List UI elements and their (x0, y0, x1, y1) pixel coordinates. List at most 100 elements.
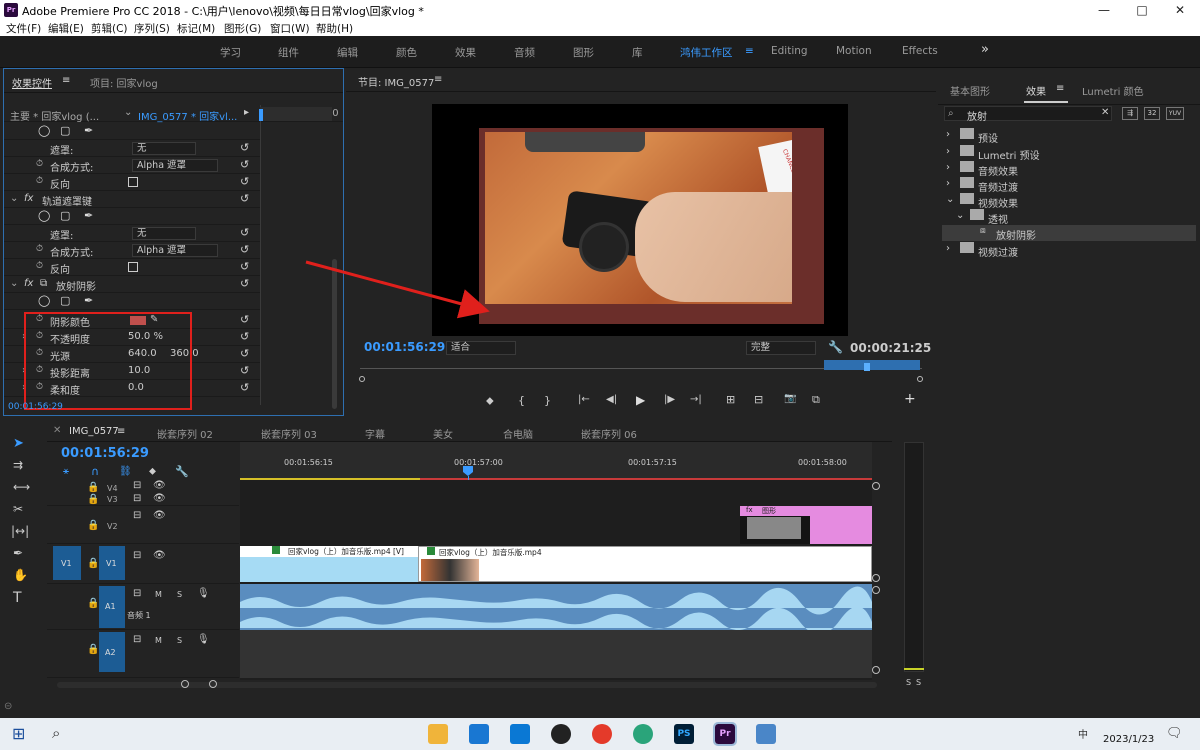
add-marker-icon[interactable]: ⬥ (486, 394, 494, 408)
more-workspaces-icon[interactable]: » (981, 42, 989, 57)
notepad-icon[interactable] (756, 724, 776, 744)
menu-help[interactable]: 帮助(H) (316, 21, 353, 36)
eye-icon[interactable]: 👁 (153, 510, 166, 521)
32bit-effects-icon[interactable]: 32 (1144, 107, 1160, 120)
v-scroll-handle[interactable] (872, 482, 880, 490)
menu-edit[interactable]: 编辑(E) (48, 21, 84, 36)
yuv-effects-icon[interactable]: YUV (1166, 107, 1184, 120)
lock-icon[interactable]: 🔒 (87, 482, 99, 493)
ellipse-mask-icon[interactable]: ◯ (38, 209, 50, 222)
go-to-in-icon[interactable]: |← (578, 394, 590, 405)
notifications-icon[interactable]: 🗨 (1166, 726, 1183, 741)
collapse-chevron-icon[interactable]: ⌄ (10, 278, 18, 289)
reset-icon[interactable]: ↺ (240, 243, 249, 256)
video-clip-b[interactable]: 回家vlog（上）加音乐版.mp4 (418, 546, 872, 582)
graphic-clip-header[interactable]: fx 图形 (740, 506, 810, 516)
mark-out-icon[interactable]: } (544, 394, 551, 407)
workspace-menu-icon[interactable]: ≡ (745, 45, 754, 57)
source-patch-v1[interactable]: V1 (53, 546, 81, 580)
ellipse-mask-icon[interactable]: ◯ (38, 294, 50, 307)
tab-lumetri-color[interactable]: Lumetri 颜色 (1082, 83, 1144, 98)
lock-icon[interactable]: 🔒 (87, 598, 99, 609)
step-back-icon[interactable]: ◀| (606, 394, 617, 405)
lock-icon[interactable]: 🔒 (87, 644, 99, 655)
eye-icon[interactable]: 👁 (153, 480, 166, 491)
rectangle-mask-icon[interactable]: ▢ (60, 294, 70, 307)
solo-button[interactable]: S (177, 590, 182, 599)
composite-dropdown[interactable]: Alpha 遮罩 (132, 159, 218, 172)
lock-icon[interactable]: 🔒 (87, 520, 99, 531)
workspace-assembly[interactable]: 组件 (278, 45, 299, 60)
fit-dropdown[interactable]: 适合 (446, 341, 516, 355)
snap-icon[interactable]: ∩ (91, 465, 99, 478)
add-marker-icon[interactable]: ⬥ (149, 466, 156, 477)
program-zoom-bar[interactable] (824, 360, 920, 370)
quality-dropdown[interactable]: 完整 (746, 341, 816, 355)
stopwatch-icon[interactable]: ⏱ (36, 244, 43, 254)
solo-left-button[interactable]: S (906, 678, 911, 687)
ec-playhead[interactable] (259, 109, 263, 121)
pen-mask-icon[interactable]: ✒ (84, 294, 93, 307)
video-clip-a[interactable]: 回家vlog（上）加音乐版.mp4 [V] (240, 546, 418, 582)
program-timecode[interactable]: 00:01:56:29 (364, 340, 445, 354)
workspace-color[interactable]: 颜色 (396, 45, 417, 60)
tree-item-video-transitions[interactable]: › 视频过渡 (946, 242, 1196, 259)
mask-dropdown[interactable]: 无 (132, 142, 196, 155)
scroll-handle-left[interactable] (359, 376, 365, 382)
menu-marker[interactable]: 标记(M) (177, 21, 215, 36)
hand-tool-icon[interactable]: ✋ (13, 568, 28, 582)
microphone-icon[interactable]: 🎙 (197, 634, 210, 645)
ellipse-mask-icon[interactable]: ◯ (38, 124, 50, 137)
timeline-menu-icon[interactable]: ≡ (117, 426, 125, 437)
menu-graphics[interactable]: 图形(G) (224, 21, 261, 36)
tab-project[interactable]: 项目: 回家vlog (90, 75, 158, 90)
solo-button[interactable]: S (177, 636, 182, 645)
sync-lock-icon[interactable]: ⊟ (133, 634, 141, 645)
audio-track-a2-lane[interactable] (240, 630, 872, 678)
stopwatch-icon[interactable]: ⏱ (36, 159, 43, 169)
collapse-chevron-icon[interactable]: ⌄ (10, 193, 18, 204)
sync-lock-icon[interactable]: ⊟ (133, 550, 141, 561)
program-title[interactable]: 节目: IMG_0577 (358, 74, 434, 89)
accelerated-effects-icon[interactable]: ⇶ (1122, 107, 1138, 120)
zoom-handle-left[interactable] (181, 680, 189, 688)
mute-button[interactable]: M (155, 636, 162, 645)
tree-item-lumetri-presets[interactable]: › Lumetri 预设 (946, 145, 1196, 162)
edge-icon[interactable] (469, 724, 489, 744)
pen-mask-icon[interactable]: ✒ (84, 209, 93, 222)
photoshop-icon[interactable]: PS (674, 724, 694, 744)
microphone-icon[interactable]: 🎙 (197, 588, 210, 599)
tab-captions[interactable]: 字幕 (365, 426, 385, 441)
rectangle-mask-icon[interactable]: ▢ (60, 124, 70, 137)
comparison-view-icon[interactable]: ⧉ (812, 393, 820, 407)
mask-dropdown[interactable]: 无 (132, 227, 196, 240)
reset-icon[interactable]: ↺ (240, 381, 249, 394)
close-button[interactable]: ✕ (1166, 2, 1194, 18)
effects-search-input[interactable]: ⌕ 放射 ✕ (944, 106, 1112, 123)
eye-icon[interactable]: 👁 (153, 493, 166, 504)
workspace-effects-cn[interactable]: 效果 (455, 45, 476, 60)
chrome-icon[interactable] (592, 724, 612, 744)
maximize-button[interactable]: □ (1128, 2, 1156, 18)
tab-beauty[interactable]: 美女 (433, 426, 453, 441)
sync-lock-icon[interactable]: ⊟ (133, 588, 141, 599)
close-tab-icon[interactable]: ✕ (53, 425, 61, 436)
audio-clip-a1[interactable] (240, 584, 872, 630)
reverse-checkbox[interactable] (128, 177, 138, 187)
reset-icon[interactable]: ↺ (240, 364, 249, 377)
reset-icon[interactable]: ↺ (240, 158, 249, 171)
tree-item-audio-effects[interactable]: › 音频效果 (946, 161, 1196, 178)
solo-right-button[interactable]: S (916, 678, 921, 687)
tab-computer[interactable]: 合电脑 (503, 426, 533, 441)
time-ruler[interactable]: 00:01:56:15 00:01:57:00 00:01:57:15 00:0… (240, 442, 872, 480)
minimize-button[interactable]: — (1090, 2, 1118, 18)
reset-icon[interactable]: ↺ (240, 260, 249, 273)
play-only-icon[interactable]: ▸ (244, 107, 249, 118)
mute-button[interactable]: M (155, 590, 162, 599)
windows-start-icon[interactable]: ⊞ (12, 724, 25, 743)
edge-dev-icon[interactable] (633, 724, 653, 744)
tab-nested-02[interactable]: 嵌套序列 02 (157, 426, 213, 441)
effects-menu-icon[interactable]: ≡ (1056, 83, 1064, 94)
linked-selection-icon[interactable]: ⛓ (119, 466, 132, 477)
reset-icon[interactable]: ↺ (240, 192, 249, 205)
